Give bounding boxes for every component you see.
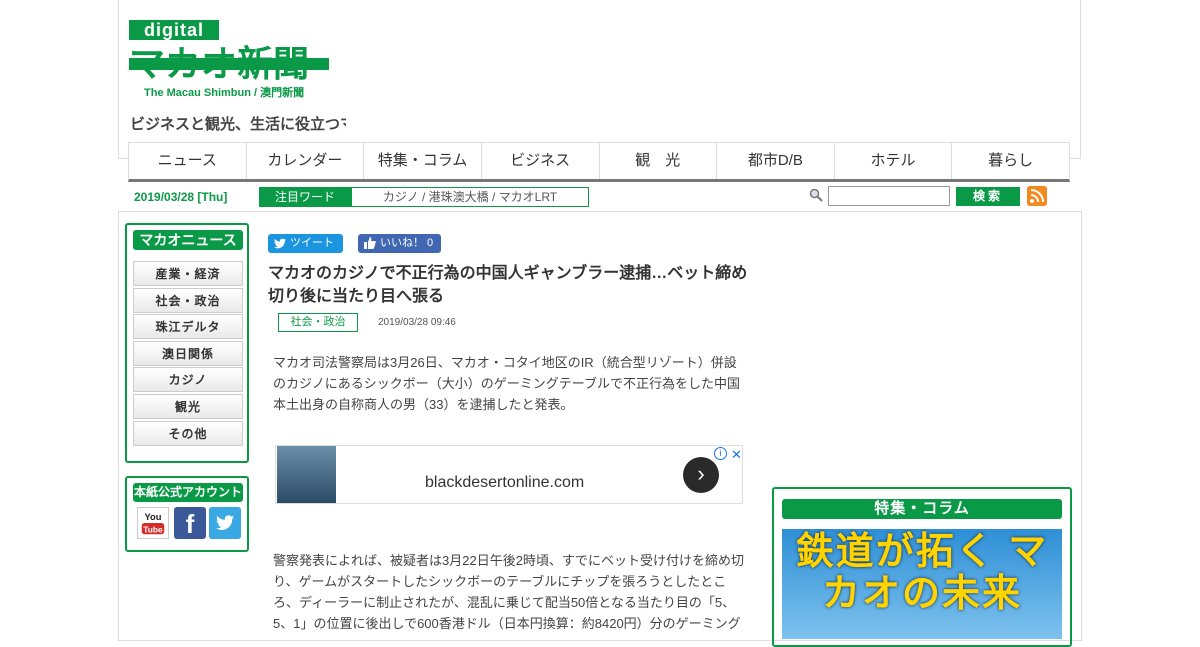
logo-subtitle: The Macau Shimbun / 澳門新聞 (144, 87, 305, 99)
site-tagline: ビジネスと観光、生活に役立つマカ (130, 116, 346, 133)
nav-item-calendar[interactable]: カレンダー (247, 143, 365, 179)
sidebar-item-pearl-delta[interactable]: 珠江デルタ (133, 314, 243, 340)
facebook-icon[interactable]: f (174, 507, 206, 539)
search-input[interactable] (828, 186, 950, 206)
sidebar-item-society[interactable]: 社会・政治 (133, 287, 243, 313)
macau-news-list: 産業・経済 社会・政治 珠江デルタ 澳日関係 カジノ 観光 その他 (133, 261, 243, 447)
article-paragraph-2: 警察発表によれば、被疑者は3月22日午後2時頃、すでにベット受け付けを締め切り、… (273, 553, 745, 631)
ad-close-icon[interactable]: ✕ (731, 447, 742, 463)
article-paragraph-1: マカオ司法警察局は3月26日、マカオ・コタイ地区のIR（統合型リゾート）併設のカ… (273, 355, 740, 412)
features-banner-text[interactable]: 鉄道が拓く マカオの未来 (782, 531, 1062, 615)
article-title: マカオのカジノで不正行為の中国人ギャンブラー逮捕…ベット締め切り後に当たり目へ張… (268, 265, 748, 305)
rss-icon[interactable] (1027, 186, 1047, 206)
ad-info-icon[interactable]: i (714, 447, 727, 460)
trend-label: 注目ワード (259, 187, 351, 207)
article-category[interactable]: 社会・政治 (278, 313, 358, 332)
sidebar-item-industry[interactable]: 産業・経済 (133, 261, 243, 286)
svg-text:Tube: Tube (143, 524, 163, 534)
nav-item-news[interactable]: ニュース (129, 143, 247, 179)
ad-domain[interactable]: blackdesertonline.com (425, 474, 584, 492)
tweet-label: ツイート (290, 237, 334, 249)
like-button[interactable]: いいね！ 0 (358, 234, 441, 253)
ad-next-icon[interactable]: › (683, 457, 719, 493)
features-title: 特集・コラム (782, 499, 1062, 519)
nav-item-tourism[interactable]: 観 光 (600, 143, 718, 179)
nav-item-hotels[interactable]: ホテル (835, 143, 953, 179)
main-nav: ニュース カレンダー 特集・コラム ビジネス 観 光 都市D/B ホテル 暮らし (128, 142, 1070, 182)
search-button[interactable]: 検索 (956, 187, 1020, 206)
sidebar-item-macau-japan[interactable]: 澳日関係 (133, 340, 243, 366)
macau-news-title: マカオニュース (133, 230, 243, 250)
sidebar-item-casino[interactable]: カジノ (133, 367, 243, 393)
search-icon (809, 188, 823, 202)
logo-main[interactable]: マカオ新聞 (129, 44, 329, 84)
twitter-bird-icon (274, 238, 286, 249)
logo-digital[interactable]: digital (129, 20, 219, 40)
sidebar-item-other[interactable]: その他 (133, 420, 243, 446)
svg-text:You: You (145, 512, 162, 522)
logo-main-text: マカオ新聞 (129, 43, 310, 84)
ad-image[interactable] (277, 446, 336, 503)
trend-words[interactable]: カジノ / 港珠澳大橋 / マカオLRT (351, 187, 589, 207)
official-accounts-title: 本紙公式アカウント (133, 483, 243, 502)
current-date: 2019/03/28 [Thu] (134, 190, 228, 204)
youtube-icon[interactable]: You Tube (137, 507, 169, 539)
nav-item-business[interactable]: ビジネス (482, 143, 600, 179)
nav-item-features[interactable]: 特集・コラム (364, 143, 482, 179)
thumbs-up-icon (364, 237, 376, 249)
sidebar-item-tourism[interactable]: 観光 (133, 393, 243, 419)
article-published: 2019/03/28 09:46 (378, 317, 456, 328)
nav-item-city-db[interactable]: 都市D/B (717, 143, 835, 179)
twitter-icon[interactable] (209, 507, 241, 539)
nav-item-living[interactable]: 暮らし (952, 143, 1069, 179)
like-label: いいね！ 0 (380, 237, 434, 249)
tweet-button[interactable]: ツイート (268, 234, 343, 253)
